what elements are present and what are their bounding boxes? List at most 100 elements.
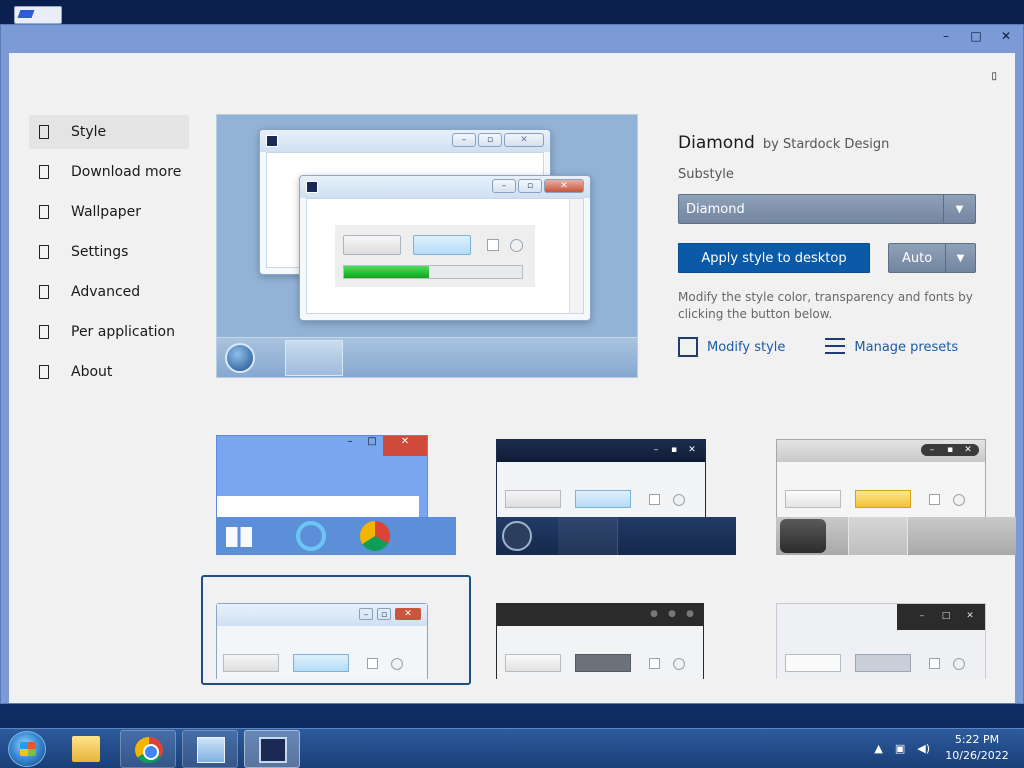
corner-button[interactable]: ▯	[991, 71, 997, 82]
thumb-checkbox	[367, 658, 378, 669]
clock-time: 5:22 PM	[954, 733, 1000, 746]
about-icon	[39, 365, 49, 379]
sidebar: Style Download more Wallpaper Settings A…	[29, 115, 189, 395]
preview-progress-bar	[343, 265, 523, 279]
sidebar-item-about[interactable]: About	[29, 355, 189, 389]
sidebar-item-settings[interactable]: Settings	[29, 235, 189, 269]
thumb-titlebar-controls-bg: – □ ✕	[897, 604, 985, 630]
window-client-area: ▯ Style Download more Wallpaper Settings	[9, 53, 1016, 703]
style-preview: – ▫ ✕ – ▫ ✕	[216, 114, 638, 378]
thumb-radio	[391, 658, 403, 670]
modify-style-icon	[678, 337, 698, 357]
sidebar-item-wallpaper[interactable]: Wallpaper	[29, 195, 189, 229]
system-taskbar: ▲ ▣ ◀) 5:22 PM 10/26/2022	[0, 728, 1024, 768]
style-thumbnail-4[interactable]: – ▫ ✕	[216, 603, 428, 679]
sidebar-item-per-application[interactable]: Per application	[29, 315, 189, 349]
taskbar-item-explorer[interactable]	[58, 730, 114, 768]
per-application-icon	[39, 325, 49, 339]
thumb-taskbar	[216, 517, 456, 555]
preview-window-title: – ▫ ✕	[300, 176, 590, 198]
style-description: Modify the style color, transparency and…	[678, 290, 973, 321]
thumb-checkbox	[649, 494, 660, 505]
thumb-titlebar: – □ ✕	[217, 436, 427, 458]
taskbar-item-windowblinds[interactable]	[244, 730, 300, 768]
maximize-button[interactable]: □	[969, 29, 983, 43]
minimize-button[interactable]: –	[939, 29, 953, 43]
clock-date: 10/26/2022	[945, 749, 1009, 762]
desktop-icon[interactable]	[14, 6, 62, 24]
preview-task-button	[285, 340, 343, 376]
thumb-task-button	[558, 517, 618, 555]
minimize-icon: –	[347, 436, 353, 447]
maximize-icon: ●	[668, 609, 676, 619]
thumb-task-button	[848, 517, 908, 555]
sidebar-item-label: Settings	[71, 244, 129, 260]
thumb-window: – □ ✕	[216, 435, 428, 521]
minimize-icon: –	[919, 611, 925, 621]
taskbar-item-chrome[interactable]	[120, 730, 176, 768]
settings-icon	[39, 245, 49, 259]
window-titlebar[interactable]: – □ ✕	[1, 25, 1023, 53]
sidebar-item-style[interactable]: Style	[29, 115, 189, 149]
close-button[interactable]: ✕	[999, 29, 1013, 43]
start-button[interactable]	[8, 731, 46, 767]
substyle-value: Diamond	[686, 201, 745, 217]
thumb-radio	[673, 658, 685, 670]
sidebar-item-download-more[interactable]: Download more	[29, 155, 189, 189]
minimize-icon: ●	[650, 609, 658, 619]
sidebar-item-label: Per application	[71, 324, 175, 340]
sidebar-item-label: Advanced	[71, 284, 141, 300]
minimize-icon: –	[653, 445, 659, 455]
sidebar-item-label: Style	[71, 124, 107, 140]
minimize-icon: –	[452, 133, 476, 147]
substyle-dropdown[interactable]: Diamond ▼	[678, 194, 976, 224]
start-orb-icon	[502, 521, 532, 551]
network-icon[interactable]: ▣	[895, 742, 905, 755]
style-thumbnail-3[interactable]: – ▪ ✕	[776, 435, 1016, 555]
style-thumbnail-1[interactable]: – □ ✕	[216, 435, 456, 555]
close-icon: ✕	[395, 608, 421, 620]
wallpaper-icon	[39, 205, 49, 219]
thumb-controls: ● ● ●	[647, 608, 697, 620]
preview-window-controls: – ▫ ✕	[452, 133, 544, 147]
close-icon: ✕	[544, 179, 584, 193]
preview-window-title: – ▫ ✕	[260, 130, 550, 152]
clock[interactable]: 5:22 PM 10/26/2022	[942, 732, 1012, 764]
sidebar-item-advanced[interactable]: Advanced	[29, 275, 189, 309]
auto-dropdown-button[interactable]: Auto ▼	[888, 243, 976, 273]
start-button-icon	[780, 519, 826, 553]
close-icon: ✕	[688, 445, 696, 455]
thumb-window: – ▪ ✕	[776, 439, 986, 525]
thumb-controls: – ▫ ✕	[359, 608, 421, 620]
show-hidden-icons-button[interactable]: ▲	[874, 742, 882, 755]
style-thumbnail-2[interactable]: – ▪ ✕	[496, 435, 736, 555]
style-thumbnail-5[interactable]: ● ● ●	[496, 603, 708, 679]
preview-window-controls: – ▫ ✕	[492, 179, 584, 193]
system-tray: ▲ ▣ ◀) 5:22 PM 10/26/2022	[874, 732, 1012, 764]
main-window: – □ ✕ ▯ Style Download more Wallpaper Se…	[0, 24, 1024, 704]
style-icon	[39, 125, 49, 139]
preview-progress-fill	[344, 266, 430, 278]
maximize-icon: ▪	[670, 445, 678, 455]
taskbar-item-control-panel[interactable]	[182, 730, 238, 768]
preview-radio	[510, 239, 523, 252]
preview-front-window: – ▫ ✕	[299, 175, 591, 321]
close-icon: ✕	[964, 445, 972, 455]
chevron-down-icon[interactable]: ▼	[945, 244, 975, 272]
manage-presets-link[interactable]: Manage presets	[825, 337, 958, 357]
volume-icon[interactable]: ◀)	[917, 742, 930, 755]
apply-style-button[interactable]: Apply style to desktop	[678, 243, 870, 273]
thumb-taskbar	[496, 517, 736, 555]
style-thumbnail-6[interactable]: – □ ✕	[776, 603, 988, 679]
modify-style-link[interactable]: Modify style	[678, 337, 785, 357]
chrome-icon	[360, 521, 390, 551]
chrome-icon	[135, 737, 163, 763]
close-icon: ●	[686, 609, 694, 619]
substyle-label: Substyle	[678, 167, 734, 182]
thumb-window: ● ● ●	[496, 603, 704, 679]
thumb-checkbox	[929, 494, 940, 505]
preview-taskbar	[217, 337, 637, 377]
thumb-window: – ▪ ✕	[496, 439, 706, 525]
minimize-icon: –	[929, 445, 935, 455]
chevron-down-icon[interactable]: ▼	[943, 195, 975, 223]
